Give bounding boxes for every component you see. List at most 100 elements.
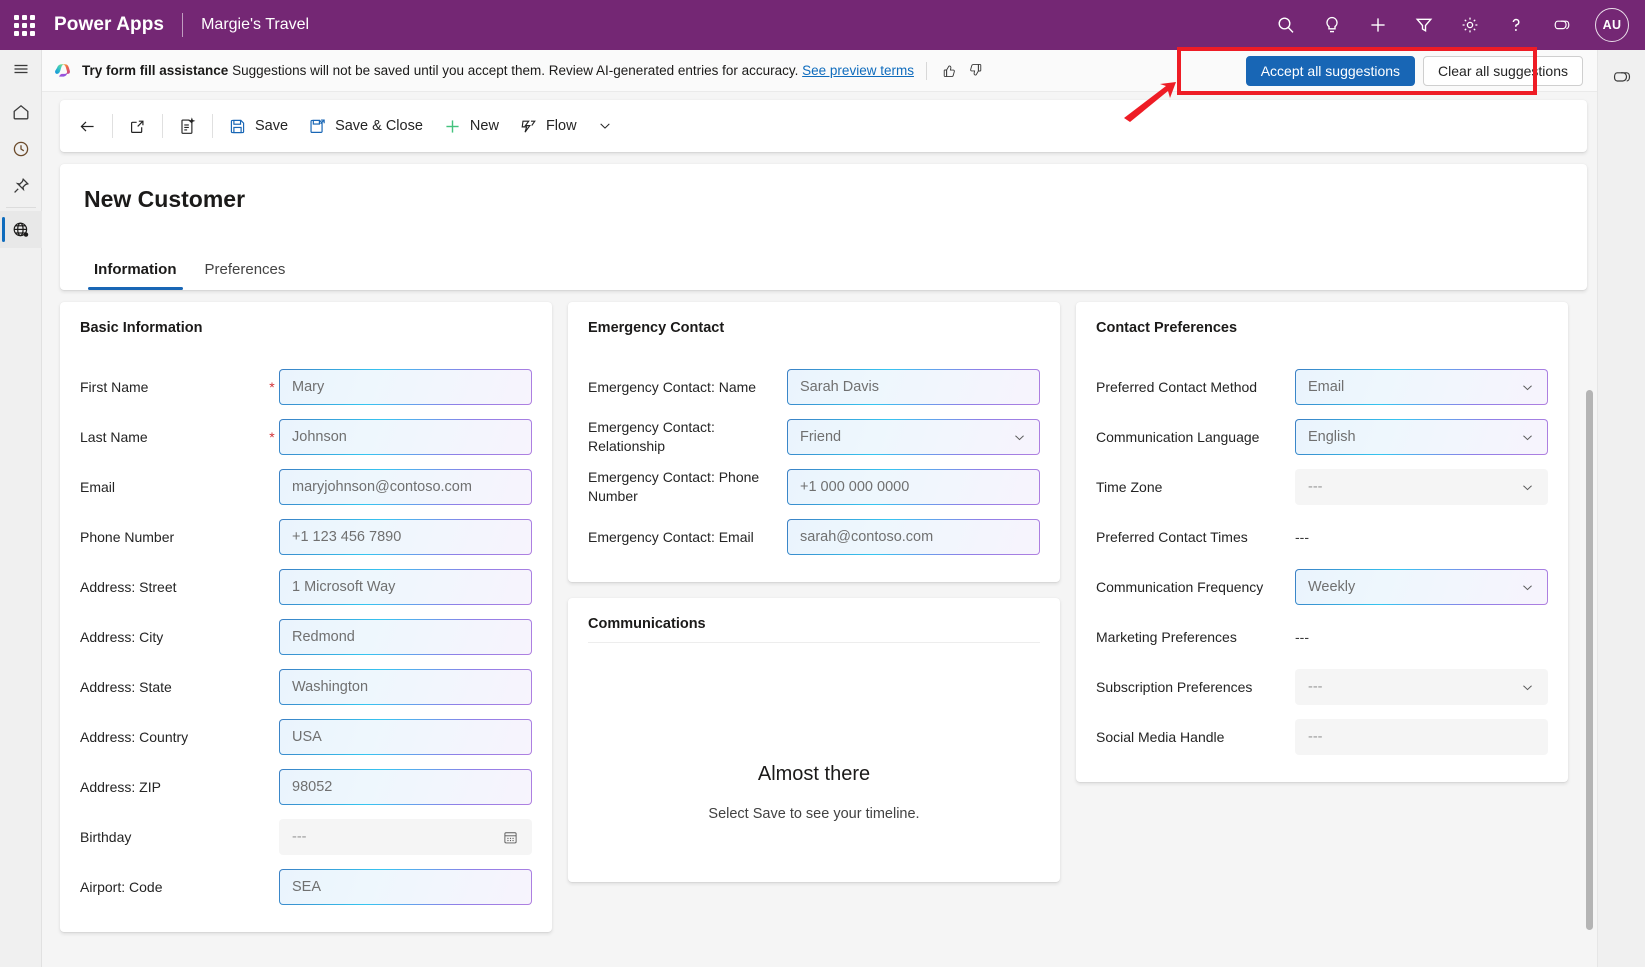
chevron-down-icon[interactable]: [1520, 580, 1535, 595]
sidebar-item-recent[interactable]: [0, 130, 42, 167]
tab-preferences[interactable]: Preferences: [195, 255, 296, 290]
field-label: Communication Frequency: [1096, 578, 1281, 597]
text-field[interactable]: +1 000 000 0000: [787, 469, 1040, 505]
save-close-label: Save & Close: [335, 118, 423, 134]
filter-icon[interactable]: [1403, 4, 1445, 46]
text-field[interactable]: 98052: [279, 769, 532, 805]
copilot-icon[interactable]: [1541, 4, 1583, 46]
field-label: Email: [80, 478, 265, 497]
copilot-icon: [54, 61, 73, 80]
lightbulb-icon[interactable]: [1311, 4, 1353, 46]
copilot-panel-icon[interactable]: [1601, 56, 1643, 98]
field-value: Weekly: [1308, 579, 1355, 595]
save-button[interactable]: Save: [218, 108, 298, 144]
hamburger-menu-icon[interactable]: [0, 50, 42, 87]
save-label: Save: [255, 118, 288, 134]
text-field[interactable]: USA: [279, 719, 532, 755]
sidebar-item-home[interactable]: [0, 93, 42, 130]
form-fill-assistance-button[interactable]: [168, 108, 207, 144]
thumbs-up-icon[interactable]: [939, 60, 961, 82]
gear-icon[interactable]: [1449, 4, 1491, 46]
search-icon[interactable]: [1265, 4, 1307, 46]
text-field[interactable]: Redmond: [279, 619, 532, 655]
text-field[interactable]: ---: [1295, 719, 1548, 755]
select-field[interactable]: ---: [1295, 669, 1548, 705]
select-field[interactable]: Weekly: [1295, 569, 1548, 605]
tab-information[interactable]: Information: [84, 255, 187, 290]
form-columns: Basic Information First Name*MaryLast Na…: [60, 302, 1587, 948]
calendar-icon[interactable]: [502, 829, 519, 846]
flow-button[interactable]: Flow: [509, 108, 587, 144]
text-field[interactable]: Sarah Davis: [787, 369, 1040, 405]
section-title: Emergency Contact: [588, 320, 1040, 336]
form-row: Address: CityRedmond: [80, 612, 532, 662]
field-control-wrapper: Johnson: [279, 419, 532, 455]
date-field[interactable]: ---: [279, 819, 532, 855]
environment-name[interactable]: Margie's Travel: [201, 16, 309, 34]
question-icon[interactable]: [1495, 4, 1537, 46]
text-field[interactable]: sarah@contoso.com: [787, 519, 1040, 555]
select-field[interactable]: ---: [1295, 469, 1548, 505]
field-control-wrapper: USA: [279, 719, 532, 755]
contact-preferences-rows: Preferred Contact MethodEmailCommunicati…: [1096, 362, 1548, 762]
timeline-empty-subtitle: Select Save to see your timeline.: [588, 806, 1040, 822]
back-button[interactable]: [68, 108, 107, 144]
text-field[interactable]: +1 123 456 7890: [279, 519, 532, 555]
field-value: 1 Microsoft Way: [292, 579, 395, 595]
field-control-wrapper: maryjohnson@contoso.com: [279, 469, 532, 505]
sidebar-item-customers[interactable]: [0, 211, 42, 248]
new-button[interactable]: New: [433, 108, 509, 144]
app-launcher-icon[interactable]: [0, 0, 48, 50]
text-field[interactable]: 1 Microsoft Way: [279, 569, 532, 605]
timeline-empty-title: Almost there: [588, 763, 1040, 786]
field-label: Emergency Contact: Email: [588, 528, 773, 547]
chevron-down-icon[interactable]: [587, 108, 623, 144]
text-field[interactable]: maryjohnson@contoso.com: [279, 469, 532, 505]
form-fill-banner: Try form fill assistance Suggestions wil…: [42, 50, 1597, 92]
select-field[interactable]: Email: [1295, 369, 1548, 405]
banner-title: Try form fill assistance: [82, 63, 228, 78]
form-row: Time Zone---: [1096, 462, 1548, 512]
sidebar-rail: [0, 50, 42, 967]
field-label: Emergency Contact: Relationship: [588, 418, 773, 456]
clear-all-suggestions-button[interactable]: Clear all suggestions: [1423, 56, 1583, 86]
thumbs-down-icon[interactable]: [965, 60, 987, 82]
chevron-down-icon[interactable]: [1012, 430, 1027, 445]
text-field[interactable]: SEA: [279, 869, 532, 905]
text-field[interactable]: Washington: [279, 669, 532, 705]
copilot-rail: [1597, 50, 1645, 967]
form-row: Communication Language English: [1096, 412, 1548, 462]
card-communications: Communications Almost there Select Save …: [568, 598, 1060, 882]
field-control-wrapper: Sarah Davis: [787, 369, 1040, 405]
timeline-empty-state: Almost there Select Save to see your tim…: [588, 643, 1040, 862]
field-control-wrapper: ---: [1295, 469, 1548, 505]
plus-icon[interactable]: [1357, 4, 1399, 46]
card-emergency-contact: Emergency Contact Emergency Contact: Nam…: [568, 302, 1060, 582]
field-label: Communication Language: [1096, 428, 1281, 447]
banner-message: Try form fill assistance Suggestions wil…: [82, 63, 914, 78]
field-value: Washington: [292, 679, 368, 695]
text-field[interactable]: Johnson: [279, 419, 532, 455]
field-label: Birthday: [80, 828, 265, 847]
vertical-scrollbar[interactable]: [1586, 390, 1593, 930]
chevron-down-icon[interactable]: [1520, 430, 1535, 445]
page-title: New Customer: [84, 186, 1563, 213]
chevron-down-icon[interactable]: [1520, 680, 1535, 695]
sidebar-item-pinned[interactable]: [0, 167, 42, 204]
select-field[interactable]: Friend: [787, 419, 1040, 455]
banner-actions: Accept all suggestions Clear all suggest…: [1246, 56, 1583, 86]
form-row: Phone Number+1 123 456 7890: [80, 512, 532, 562]
avatar[interactable]: AU: [1595, 8, 1629, 42]
chevron-down-icon[interactable]: [1520, 480, 1535, 495]
open-new-window-button[interactable]: [118, 108, 157, 144]
select-field[interactable]: English: [1295, 419, 1548, 455]
section-title: Basic Information: [80, 320, 532, 336]
accept-all-suggestions-button[interactable]: Accept all suggestions: [1246, 56, 1415, 86]
preview-terms-link[interactable]: See preview terms: [802, 63, 914, 78]
save-and-close-button[interactable]: Save & Close: [298, 108, 433, 144]
app-header: Power Apps Margie's Travel: [0, 0, 1645, 50]
card-contact-preferences: Contact Preferences Preferred Contact Me…: [1076, 302, 1568, 782]
brand-title[interactable]: Power Apps: [54, 14, 164, 36]
chevron-down-icon[interactable]: [1520, 380, 1535, 395]
text-field[interactable]: Mary: [279, 369, 532, 405]
